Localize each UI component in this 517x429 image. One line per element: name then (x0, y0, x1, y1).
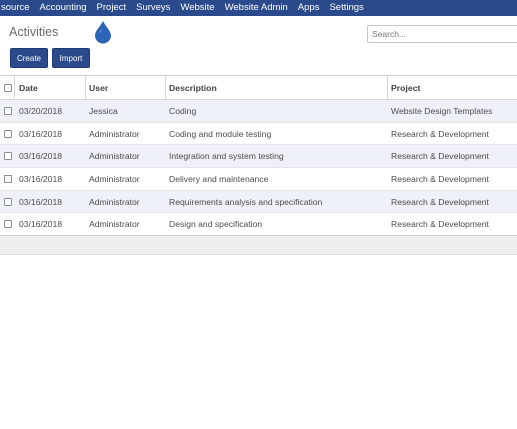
table-row[interactable]: 03/16/2018 Administrator Design and spec… (0, 213, 517, 237)
search-input[interactable] (367, 25, 517, 43)
row-description: Coding (169, 105, 197, 116)
create-button[interactable]: Create (10, 48, 48, 68)
menu-item-surveys[interactable]: Surveys (131, 0, 175, 16)
menu-item-settings[interactable]: Settings (324, 0, 368, 16)
row-project: Research & Development (391, 173, 489, 184)
row-user: Jessica (89, 105, 118, 116)
row-select-cell (2, 145, 14, 167)
activities-table: Date User Description Project 03/20/2018… (0, 75, 517, 237)
table-footer (0, 235, 517, 255)
menu-item-resource[interactable]: source (0, 0, 35, 16)
row-date: 03/16/2018 (19, 128, 63, 139)
table-row[interactable]: 03/20/2018 Jessica Coding Website Design… (0, 100, 517, 123)
top-navbar: source Accounting Project Surveys Websit… (0, 0, 517, 16)
row-date: 03/20/2018 (19, 105, 63, 116)
row-project: Research & Development (391, 196, 489, 207)
row-date: 03/16/2018 (19, 196, 63, 207)
row-select-cell (2, 100, 14, 122)
menu-item-apps[interactable]: Apps (293, 0, 325, 16)
table-row[interactable]: 03/16/2018 Administrator Delivery and ma… (0, 168, 517, 191)
column-header-date[interactable]: Date (19, 76, 85, 99)
menu-item-website[interactable]: Website (175, 0, 219, 16)
table-header-row: Date User Description Project (0, 76, 517, 100)
column-divider (14, 76, 15, 100)
row-description: Integration and system testing (169, 151, 284, 162)
menu-item-website-admin[interactable]: Website Admin (220, 0, 293, 16)
select-all-cell (2, 76, 14, 99)
row-user: Administrator (89, 151, 140, 162)
row-checkbox[interactable] (4, 174, 12, 183)
row-project: Research & Development (391, 128, 489, 139)
row-description: Delivery and maintenance (169, 173, 269, 184)
row-description: Coding and module testing (169, 128, 272, 139)
table-row[interactable]: 03/16/2018 Administrator Coding and modu… (0, 122, 517, 146)
import-button[interactable]: Import (52, 48, 90, 68)
column-divider (387, 76, 388, 100)
column-header-project[interactable]: Project (391, 76, 517, 99)
row-date: 03/16/2018 (19, 173, 63, 184)
row-user: Administrator (89, 128, 140, 139)
row-project: Research & Development (391, 219, 489, 230)
row-user: Administrator (89, 196, 140, 207)
row-checkbox[interactable] (4, 197, 12, 206)
row-select-cell (2, 168, 14, 190)
control-panel: Activities Create Import (0, 16, 517, 74)
row-user: Administrator (89, 173, 140, 184)
column-divider (85, 76, 86, 100)
row-checkbox[interactable] (4, 129, 12, 138)
row-date: 03/16/2018 (19, 219, 63, 230)
row-select-cell (2, 191, 14, 213)
row-project: Website Design Templates (391, 105, 493, 116)
page-title: Activities (9, 25, 59, 39)
column-header-user[interactable]: User (89, 76, 165, 99)
row-date: 03/16/2018 (19, 151, 63, 162)
menu-item-project[interactable]: Project (92, 0, 132, 16)
column-header-description[interactable]: Description (169, 76, 387, 99)
row-checkbox[interactable] (4, 220, 12, 229)
table-row[interactable]: 03/16/2018 Administrator Requirements an… (0, 190, 517, 214)
column-divider (165, 76, 166, 100)
row-checkbox[interactable] (4, 152, 12, 161)
row-user: Administrator (89, 219, 140, 230)
row-select-cell (2, 213, 14, 235)
row-project: Research & Development (391, 151, 489, 162)
table-row[interactable]: 03/16/2018 Administrator Integration and… (0, 145, 517, 169)
row-checkbox[interactable] (4, 106, 12, 115)
select-all-checkbox[interactable] (4, 83, 12, 92)
row-select-cell (2, 123, 14, 145)
row-description: Design and specification (169, 219, 263, 230)
menu-item-accounting[interactable]: Accounting (35, 0, 92, 16)
row-description: Requirements analysis and specification (169, 196, 323, 207)
main-menu: source Accounting Project Surveys Websit… (0, 0, 369, 16)
